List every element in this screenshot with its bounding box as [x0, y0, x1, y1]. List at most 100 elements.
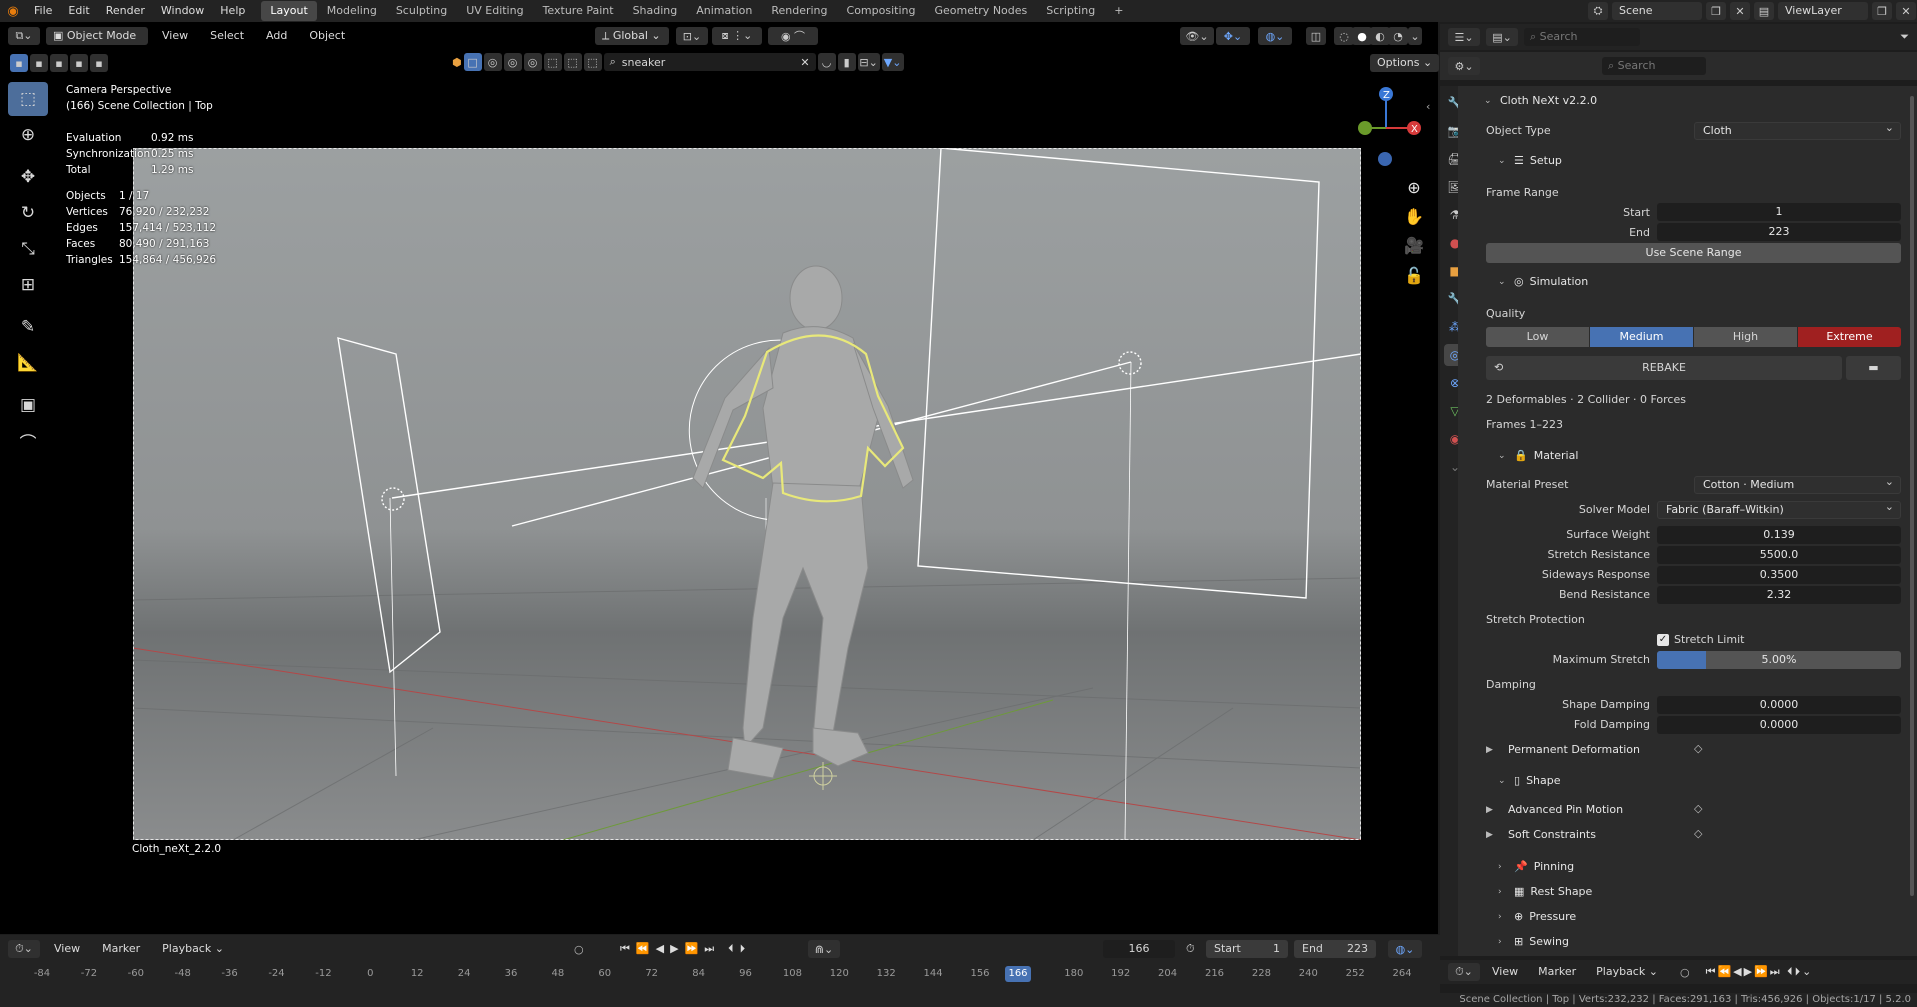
proportional-edit-icon[interactable]: ◉ ⌒ [768, 27, 818, 45]
sidebar-toggle-icon[interactable]: ‹ [1426, 100, 1430, 113]
object-filter-icon[interactable]: □ [463, 53, 482, 71]
tab-uv-editing[interactable]: UV Editing [457, 1, 532, 21]
move-tool-icon[interactable]: ✥ [8, 160, 48, 194]
advanced-pin-motion-row[interactable]: ▶ Advanced Pin Motion [1486, 803, 1623, 816]
fold-damping-field[interactable]: 0.0000 [1657, 716, 1901, 734]
select-invert-icon[interactable]: ▪ [70, 54, 88, 72]
blender-logo-icon[interactable]: ◉ [0, 4, 26, 19]
pivot-icon[interactable]: ⊡⌄ [676, 27, 708, 45]
rebake-button[interactable]: ⟲ REBAKE [1486, 356, 1842, 380]
shading-solid-icon[interactable]: ● [1352, 27, 1372, 45]
options-dropdown[interactable]: Options ⌄ [1370, 54, 1440, 72]
tab-animation[interactable]: Animation [687, 1, 761, 21]
keyframe-diamond-icon[interactable]: ◇ [1694, 742, 1702, 755]
editor-type-icon[interactable]: ⧉⌄ [8, 27, 40, 45]
quality-low-button[interactable]: Low [1486, 327, 1589, 347]
object-type-filter-icon[interactable]: ⬢ [452, 56, 462, 69]
mode-dropdown[interactable]: ▣ Object Mode ⌄ [46, 27, 148, 60]
shape-section[interactable]: ⌄ ▯ Shape [1498, 774, 1561, 787]
pressure-section[interactable]: › ⊕ Pressure [1498, 910, 1576, 923]
add-cube-tool-icon[interactable]: ▣ [8, 388, 48, 422]
menu-render[interactable]: Render [98, 0, 153, 22]
keyframe-diamond-icon[interactable]: ◇ [1694, 802, 1702, 815]
zoom-icon[interactable]: ⊕ [1401, 174, 1427, 200]
select-intersect-icon[interactable]: ▪ [90, 54, 108, 72]
funnel-icon[interactable]: ▼⌄ [881, 53, 904, 71]
tab-rendering[interactable]: Rendering [762, 1, 836, 21]
new-view-layer-icon[interactable]: ❐ [1872, 2, 1892, 20]
tab-compositing[interactable]: Compositing [838, 1, 925, 21]
menu-window[interactable]: Window [153, 0, 212, 22]
overlay-icon[interactable]: ◍⌄ [1258, 27, 1292, 45]
start-frame-field[interactable]: Start 1 [1206, 940, 1288, 958]
menu-file[interactable]: File [26, 0, 60, 22]
stretch-limit-checkbox[interactable]: ✓ Stretch Limit [1657, 633, 1744, 646]
snap-icon[interactable]: ⧇ ⋮⌄ [712, 27, 762, 45]
setup-section[interactable]: ⌄ ☰ Setup [1498, 154, 1562, 167]
menu-add[interactable]: Add [258, 25, 295, 47]
simulation-section[interactable]: ⌄ ◎ Simulation [1498, 275, 1588, 288]
orientation-dropdown[interactable]: ⟂ Global ⌄ [595, 27, 669, 45]
material-section[interactable]: ⌄ 🔒 Material [1498, 449, 1578, 462]
material-preset-dropdown[interactable]: Cotton · Medium [1694, 474, 1901, 494]
tab-modeling[interactable]: Modeling [318, 1, 386, 21]
scene-icon[interactable]: ⛭ [1588, 2, 1608, 20]
display-mode-icon[interactable]: ▤⌄ [1486, 28, 1518, 46]
outliner-editor-icon[interactable]: ☰⌄ [1448, 28, 1480, 46]
annotate-tool-icon[interactable]: ✎ [8, 310, 48, 344]
sideways-response-field[interactable]: 0.3500 [1657, 566, 1901, 584]
solver-model-dropdown[interactable]: Fabric (Baraff–Witkin) [1657, 499, 1901, 519]
next-keyframe-icon[interactable]: ⏩ [685, 942, 699, 956]
lock-camera-icon[interactable]: 🔓 [1401, 262, 1427, 288]
xray-icon[interactable]: ◫ [1306, 27, 1326, 45]
filter-icon-6[interactable]: ⬚ [563, 53, 582, 71]
rest-shape-section[interactable]: › ▦ Rest Shape [1498, 885, 1592, 898]
bend-resistance-field[interactable]: 2.32 [1657, 586, 1901, 604]
stretch-resistance-field[interactable]: 5500.0 [1657, 546, 1901, 564]
tab-layout[interactable]: Layout [261, 1, 317, 21]
filter-icon-3[interactable]: ◎ [503, 53, 522, 71]
outliner-filter-icon[interactable]: ⏷ [1900, 30, 1909, 44]
tab-scripting[interactable]: Scripting [1037, 1, 1104, 21]
jump-start-icon[interactable]: ⏮ [620, 942, 630, 956]
playhead[interactable]: 166 [1005, 966, 1031, 982]
scene-selector[interactable]: Scene [1612, 2, 1702, 20]
menu-object[interactable]: Object [301, 25, 353, 47]
props-record-icon[interactable]: ○ [1680, 966, 1690, 979]
record-icon[interactable]: ○ [574, 943, 584, 956]
cloth-next-header[interactable]: ⌄ Cloth NeXt v2.2.0 [1484, 94, 1597, 107]
visibility-icon[interactable]: 👁⌄ [1180, 27, 1214, 45]
rotate-tool-icon[interactable]: ↻ [8, 196, 48, 230]
permanent-deformation-row[interactable]: ▶ Permanent Deformation [1486, 743, 1640, 756]
camera-view-icon[interactable]: 🎥 [1401, 232, 1427, 258]
play-icon[interactable]: ▶ [670, 942, 678, 956]
gizmo-icon[interactable]: ✥⌄ [1216, 27, 1250, 45]
filter-icon-7[interactable]: ⬚ [583, 53, 602, 71]
end-field[interactable]: 223 [1657, 223, 1901, 241]
select-subtract-icon[interactable]: ▪ [50, 54, 68, 72]
quality-extreme-button[interactable]: Extreme [1798, 327, 1901, 347]
prev-keyframe-icon[interactable]: ⏪ [636, 942, 650, 956]
shape-damping-field[interactable]: 0.0000 [1657, 696, 1901, 714]
scene-render[interactable] [133, 148, 1361, 840]
properties-search[interactable]: ⌕ Search [1602, 57, 1706, 75]
props-playback-controls[interactable]: ⏮⏪◀▶⏩⏭ ⏴⏵⌄ [1706, 965, 1814, 979]
surface-weight-field[interactable]: 0.139 [1657, 526, 1901, 544]
measure-tool-icon[interactable]: 📐 [8, 346, 48, 380]
pan-hand-icon[interactable]: ✋ [1401, 203, 1427, 229]
filter-icon-5[interactable]: ⬚ [543, 53, 562, 71]
filter-icon-9[interactable]: ⊟⌄ [857, 53, 880, 71]
curve-tool-icon[interactable]: ⌒ [8, 424, 48, 458]
menu-help[interactable]: Help [212, 0, 253, 22]
outliner-search[interactable]: ⌕ Search [1524, 28, 1640, 46]
stopwatch-icon[interactable]: ⏱ [1186, 942, 1195, 956]
bookmark-icon[interactable]: ▮ [837, 53, 856, 71]
clear-search-icon[interactable]: ✕ [800, 56, 809, 69]
shading-rendered-icon[interactable]: ◔ [1388, 27, 1408, 45]
search-field[interactable]: ⌕ sneaker ✕ [603, 53, 816, 71]
select-box-tool-icon[interactable]: ⬚ [8, 82, 48, 116]
timeline-overlay-icon[interactable]: ◍⌄ [1388, 940, 1422, 958]
filter-icon-4[interactable]: ◎ [523, 53, 542, 71]
filter-icon-2[interactable]: ◎ [483, 53, 502, 71]
scale-tool-icon[interactable]: ⤡ [8, 232, 48, 266]
